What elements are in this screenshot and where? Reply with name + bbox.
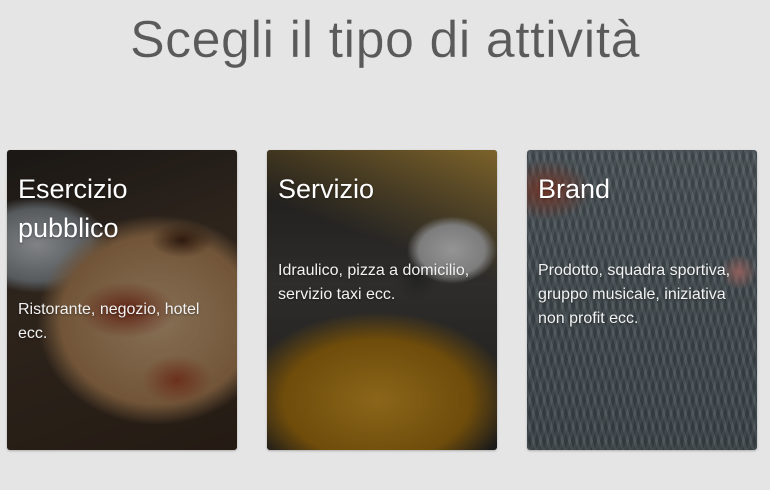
card-description: Prodotto, squadra sportiva, gruppo music…	[538, 262, 731, 327]
card-brand[interactable]: Brand Prodotto, squadra sportiva, gruppo…	[527, 150, 757, 450]
card-title: Servizio	[278, 174, 375, 204]
card-servizio[interactable]: Servizio Idraulico, pizza a domicilio, s…	[267, 150, 497, 450]
card-title: Brand	[538, 174, 611, 204]
card-esercizio-pubblico[interactable]: Esercizio pubblico Ristorante, negozio, …	[7, 150, 237, 450]
card-title: Esercizio pubblico	[18, 174, 128, 243]
card-description: Ristorante, negozio, hotel ecc.	[18, 301, 200, 342]
page: Scegli il tipo di attività Esercizio pub…	[0, 0, 770, 490]
card-description: Idraulico, pizza a domicilio, servizio t…	[278, 262, 470, 303]
page-title: Scegli il tipo di attività	[129, 11, 641, 69]
